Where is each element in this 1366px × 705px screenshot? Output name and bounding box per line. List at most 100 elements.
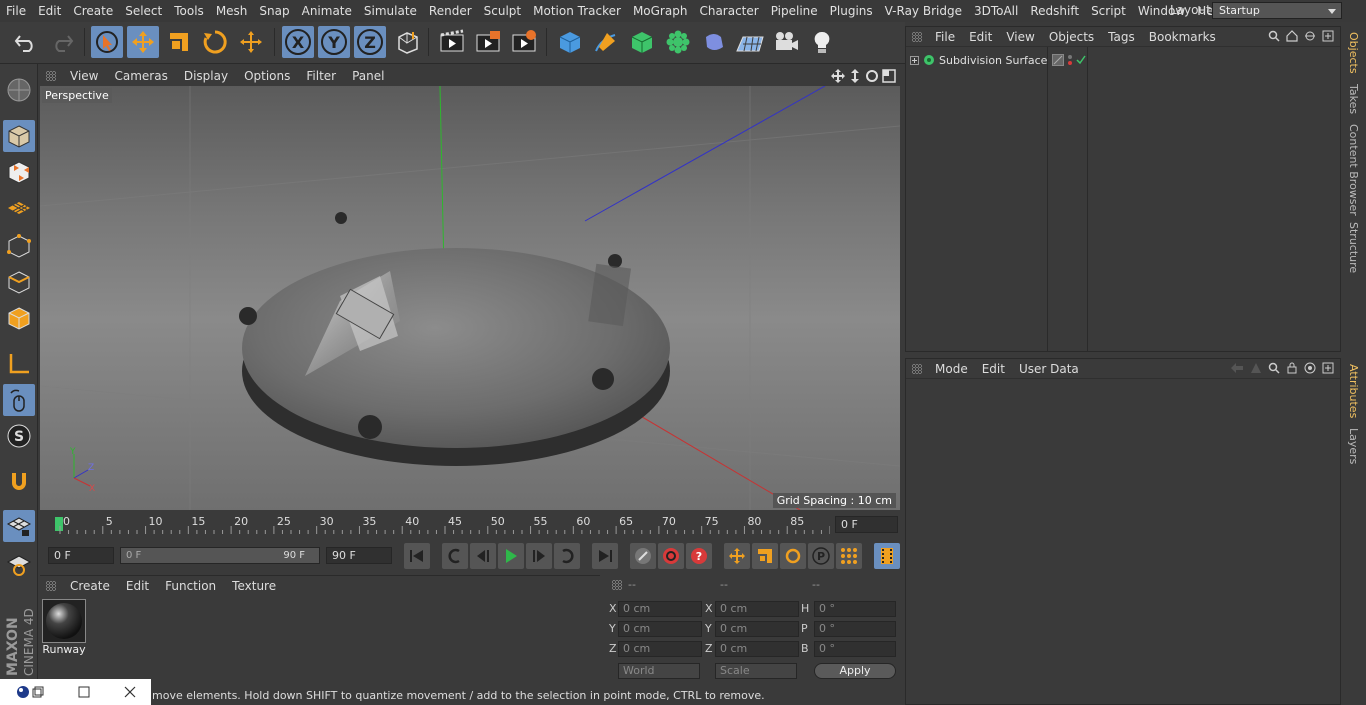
objects-menu-file[interactable]: File: [928, 30, 962, 44]
position-x-field[interactable]: 0 cm: [618, 601, 702, 617]
back-arrow-icon[interactable]: [1230, 362, 1244, 374]
position-y-field[interactable]: 0 cm: [618, 621, 702, 637]
layout-dropdown[interactable]: Startup: [1212, 2, 1342, 19]
menu-select[interactable]: Select: [119, 0, 168, 22]
current-frame-field[interactable]: 0 F: [835, 516, 898, 533]
size-x-field[interactable]: 0 cm: [715, 601, 799, 617]
viewport-menu-cameras[interactable]: Cameras: [106, 66, 175, 86]
viewport-maximize-icon[interactable]: [882, 69, 896, 83]
playhead[interactable]: [55, 517, 63, 531]
menu-mesh[interactable]: Mesh: [210, 0, 254, 22]
viewport-menu-panel[interactable]: Panel: [344, 66, 392, 86]
subdivision-generator-icon[interactable]: [626, 26, 658, 58]
menu-create[interactable]: Create: [67, 0, 119, 22]
camera-label[interactable]: Perspective: [42, 88, 112, 103]
frame-range-slider[interactable]: 0 F 90 F: [120, 547, 320, 564]
render-to-picture-viewer-icon[interactable]: [472, 26, 504, 58]
restore-window-icon[interactable]: [32, 686, 44, 698]
menu-animate[interactable]: Animate: [296, 0, 358, 22]
material-menu-function[interactable]: Function: [157, 579, 224, 593]
end-frame-field[interactable]: 90 F: [326, 547, 392, 564]
polygons-mode-icon[interactable]: [3, 302, 35, 334]
coordinate-system-icon[interactable]: [392, 26, 424, 58]
go-to-start-icon[interactable]: [404, 543, 430, 569]
object-row-subdivision-surface[interactable]: Subdivision Surface: [910, 52, 1047, 68]
link-icon[interactable]: [1304, 30, 1316, 42]
scale-tool-icon[interactable]: [163, 26, 195, 58]
menu-redshift[interactable]: Redshift: [1024, 0, 1085, 22]
move-tool-icon[interactable]: [127, 26, 159, 58]
menu-tools[interactable]: Tools: [168, 0, 210, 22]
make-editable-icon[interactable]: [3, 74, 35, 106]
rotation-p-field[interactable]: 0 °: [814, 621, 896, 637]
material-menu-create[interactable]: Create: [62, 579, 118, 593]
start-frame-field[interactable]: 0 F: [48, 547, 114, 564]
viewport-pan-icon[interactable]: [831, 69, 845, 83]
menu-sculpt[interactable]: Sculpt: [478, 0, 527, 22]
objects-menu-edit[interactable]: Edit: [962, 30, 999, 44]
floor-environment-icon[interactable]: [734, 26, 766, 58]
x-axis-lock-icon[interactable]: X: [282, 26, 314, 58]
layer-tag-icon[interactable]: [1052, 54, 1064, 66]
workplane-icon[interactable]: [3, 192, 35, 224]
objects-menu-objects[interactable]: Objects: [1042, 30, 1101, 44]
menu-3dtoall[interactable]: 3DToAll: [968, 0, 1024, 22]
planar-workplane-icon[interactable]: [3, 548, 35, 580]
key-rotation-icon[interactable]: [780, 543, 806, 569]
tab-layers[interactable]: Layers: [1347, 428, 1360, 464]
attributes-menu-edit[interactable]: Edit: [975, 362, 1012, 376]
size-mode-dropdown[interactable]: Scale: [715, 663, 797, 679]
size-z-field[interactable]: 0 cm: [715, 641, 799, 657]
material-swatch[interactable]: Runway: [42, 599, 86, 656]
viewport-menu-options[interactable]: Options: [236, 66, 298, 86]
tab-attributes[interactable]: Attributes: [1347, 364, 1360, 418]
tab-takes[interactable]: Takes: [1347, 84, 1360, 114]
render-settings-icon[interactable]: [508, 26, 540, 58]
cube-primitive-icon[interactable]: [554, 26, 586, 58]
light-icon[interactable]: [806, 26, 838, 58]
menu-snap[interactable]: Snap: [253, 0, 295, 22]
y-axis-lock-icon[interactable]: Y: [318, 26, 350, 58]
next-key-icon[interactable]: [554, 543, 580, 569]
z-axis-lock-icon[interactable]: Z: [354, 26, 386, 58]
menu-render[interactable]: Render: [423, 0, 478, 22]
perspective-viewport[interactable]: Y Z X Perspective Grid Spacing : 10 cm: [40, 86, 900, 510]
menu-pipeline[interactable]: Pipeline: [765, 0, 824, 22]
camera-icon[interactable]: [770, 26, 802, 58]
mograph-cloner-icon[interactable]: [662, 26, 694, 58]
keyframe-help-icon[interactable]: ?: [686, 543, 712, 569]
timeline-ruler[interactable]: 051015202530354045505560657075808590 0 F: [40, 512, 900, 536]
attributes-menu-mode[interactable]: Mode: [928, 362, 975, 376]
objects-menu-bookmarks[interactable]: Bookmarks: [1142, 30, 1223, 44]
viewport-rotate-icon[interactable]: [865, 69, 879, 83]
redo-icon[interactable]: [46, 26, 78, 58]
previous-key-icon[interactable]: [442, 543, 468, 569]
up-arrow-icon[interactable]: [1250, 362, 1262, 374]
rotation-b-field[interactable]: 0 °: [814, 641, 896, 657]
apply-button[interactable]: Apply: [814, 663, 896, 679]
autokey-icon[interactable]: [630, 543, 656, 569]
menu-script[interactable]: Script: [1085, 0, 1132, 22]
previous-frame-icon[interactable]: [470, 543, 496, 569]
live-selection-icon[interactable]: [91, 26, 123, 58]
tab-content-browser[interactable]: Content Browser: [1347, 124, 1360, 216]
rotate-tool-icon[interactable]: [199, 26, 231, 58]
timeline-window-icon[interactable]: [874, 543, 900, 569]
expand-toggle-icon[interactable]: [910, 55, 919, 65]
menu-character[interactable]: Character: [693, 0, 764, 22]
snapping-magnet-icon[interactable]: [3, 466, 35, 498]
viewport-menu-view[interactable]: View: [62, 66, 106, 86]
key-scale-icon[interactable]: [752, 543, 778, 569]
tweak-mode-icon[interactable]: [3, 384, 35, 416]
objects-menu-view[interactable]: View: [999, 30, 1041, 44]
model-mode-icon[interactable]: [3, 120, 35, 152]
menu-plugins[interactable]: Plugins: [824, 0, 879, 22]
menu-edit[interactable]: Edit: [32, 0, 67, 22]
search-icon[interactable]: [1268, 362, 1280, 374]
enabled-check-icon[interactable]: [1076, 55, 1086, 65]
deformer-icon[interactable]: [698, 26, 730, 58]
menu-mograph[interactable]: MoGraph: [627, 0, 694, 22]
menu-motion-tracker[interactable]: Motion Tracker: [527, 0, 627, 22]
home-icon[interactable]: [1286, 30, 1298, 42]
points-mode-icon[interactable]: [3, 230, 35, 262]
